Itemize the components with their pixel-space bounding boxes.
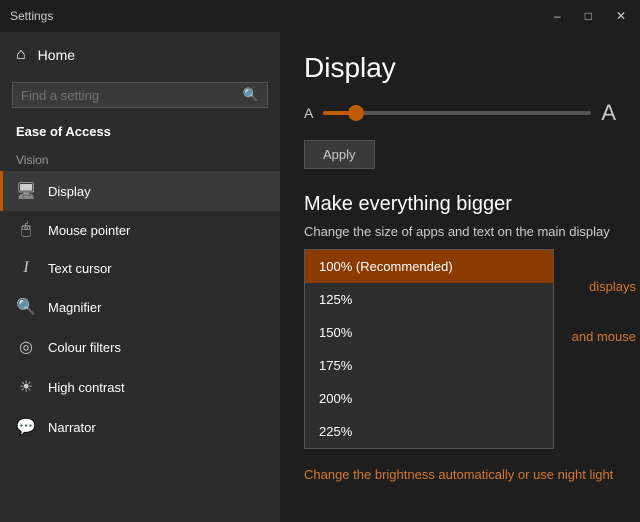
sidebar-item-magnifier[interactable]: 🔍 Magnifier [0,287,280,327]
brightness-small-a: A [304,105,313,121]
text-cursor-icon: I [16,259,36,277]
mouse-pointer-icon: 🖱 [16,221,36,239]
dropdown-option-175[interactable]: 175% [305,349,553,382]
app-title: Settings [10,9,53,23]
vision-label: Vision [0,143,280,171]
dropdown-option-225[interactable]: 225% [305,415,553,448]
narrator-icon: 💬 [16,417,36,437]
high-contrast-label: High contrast [48,380,125,395]
slider-thumb [348,105,364,121]
ease-access-label: Ease of Access [0,116,280,143]
home-icon: ⌂ [16,46,26,64]
sidebar-item-display[interactable]: 🖥 Display [0,171,280,211]
minimize-button[interactable]: – [550,9,565,23]
sidebar-item-high-contrast[interactable]: ☀ High contrast [0,367,280,407]
display-label: Display [48,184,91,199]
dropdown-option-125[interactable]: 125% [305,283,553,316]
sidebar-item-text-cursor[interactable]: I Text cursor [0,249,280,287]
maximize-button[interactable]: □ [581,9,596,23]
main-content: Display A A Apply Make everything bigger… [280,32,640,522]
close-button[interactable]: ✕ [612,9,630,23]
brightness-large-a: A [601,100,616,126]
colour-filters-icon: ◎ [16,337,36,357]
dropdown-option-100[interactable]: 100% (Recommended) [305,250,553,283]
search-box[interactable]: 🔍 [12,82,268,108]
dropdown-list: 100% (Recommended) 125% 150% 175% 200% 2… [304,249,554,449]
window-controls: – □ ✕ [550,9,630,23]
colour-filters-label: Colour filters [48,340,121,355]
section-desc: Change the size of apps and text on the … [304,224,616,239]
text-cursor-label: Text cursor [48,261,112,276]
sidebar-item-mouse-pointer[interactable]: 🖱 Mouse pointer [0,211,280,249]
slider-track [323,111,591,115]
sidebar: ⌂ Home 🔍 Ease of Access Vision 🖥 Display… [0,32,280,522]
high-contrast-icon: ☀ [16,377,36,397]
section-title: Make everything bigger [304,193,616,216]
sidebar-item-home[interactable]: ⌂ Home [0,32,280,78]
dropdown-option-200[interactable]: 200% [305,382,553,415]
dropdown-option-150[interactable]: 150% [305,316,553,349]
apply-button[interactable]: Apply [304,140,375,169]
scale-dropdown[interactable]: 100% (Recommended) 125% 150% 175% 200% 2… [304,249,554,449]
magnifier-label: Magnifier [48,300,101,315]
search-input[interactable] [21,88,237,103]
brightness-row: A A [304,100,616,126]
page-title: Display [304,52,616,84]
app-container: ⌂ Home 🔍 Ease of Access Vision 🖥 Display… [0,32,640,522]
home-label: Home [38,47,75,63]
display-icon: 🖥 [16,181,36,201]
partial-text-displays: displays [589,279,636,294]
magnifier-icon: 🔍 [16,297,36,317]
narrator-label: Narrator [48,420,96,435]
sidebar-item-narrator[interactable]: 💬 Narrator [0,407,280,447]
partial-text-and-mouse: and mouse [572,329,636,344]
sidebar-item-colour-filters[interactable]: ◎ Colour filters [0,327,280,367]
auto-brightness-link[interactable]: Change the brightness automatically or u… [304,465,616,485]
brightness-slider[interactable] [323,103,591,123]
titlebar: Settings – □ ✕ [0,0,640,32]
search-icon: 🔍 [243,87,259,103]
mouse-pointer-label: Mouse pointer [48,223,130,238]
